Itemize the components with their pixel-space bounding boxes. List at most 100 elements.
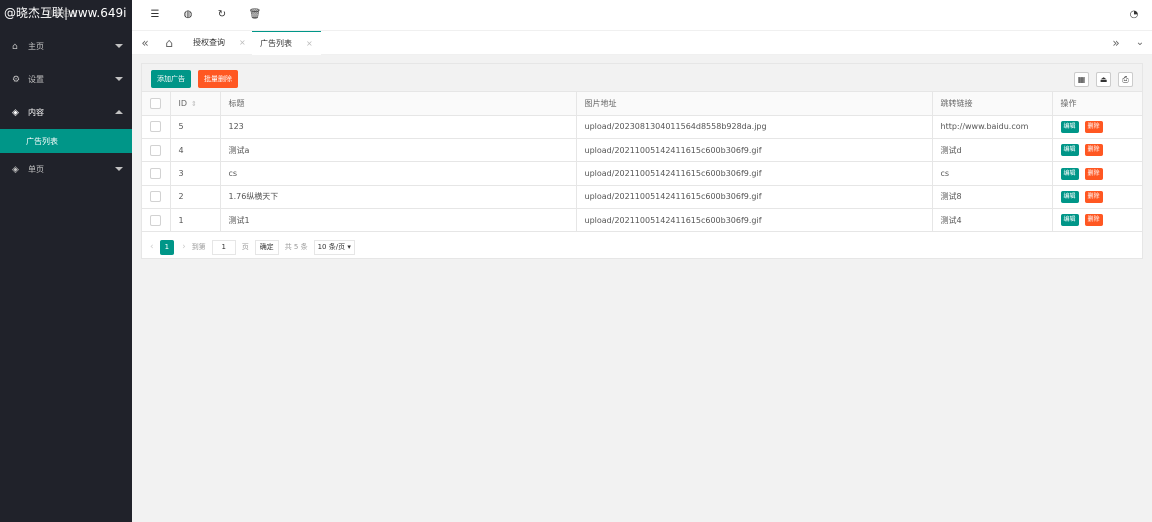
- cell-id: 3: [170, 161, 221, 186]
- sidebar: 测试后台 @晓杰互联|www.649i ⌂ 主页 ⚙ 设置 ◈ 内容 广告列表 …: [0, 0, 132, 522]
- export-icon[interactable]: ⏏: [1096, 72, 1111, 87]
- home-icon: ⌂: [12, 41, 18, 52]
- refresh-icon[interactable]: ↻: [215, 8, 229, 22]
- chevron-up-icon: [115, 110, 123, 114]
- chevron-down-icon[interactable]: ⌄: [1129, 31, 1151, 55]
- tab-ad-list[interactable]: 广告列表 ×: [252, 31, 321, 55]
- cell-id: 1: [170, 208, 221, 233]
- add-ad-button[interactable]: 添加广告: [151, 70, 191, 88]
- tab-label: 授权查询: [193, 38, 225, 47]
- watermark: @晓杰互联|www.649i: [4, 6, 127, 20]
- column-header-id[interactable]: ID ⇕: [170, 92, 221, 116]
- table-row: 3 cs upload/20211005142411615c600b306f9.…: [142, 161, 1142, 186]
- cell-link: http://www.baidu.com: [932, 115, 1053, 140]
- current-page[interactable]: 1: [159, 239, 175, 255]
- cell-image: upload/20211005142411615c600b306f9.gif: [576, 185, 933, 209]
- cell-title: 测试a: [220, 138, 577, 163]
- main-content: 添加广告 批量删除 ▦ ⏏ ⎙ ID ⇕ 标题 图片地址 跳转链接 操作 5 1…: [132, 55, 1152, 522]
- batch-delete-button[interactable]: 批量删除: [198, 70, 238, 88]
- chevron-down-icon: ▾: [347, 242, 351, 251]
- delete-button[interactable]: 删除: [1084, 190, 1103, 203]
- cell-link: 测试8: [932, 185, 1053, 209]
- sidebar-item-settings[interactable]: ⚙ 设置: [0, 63, 132, 96]
- ad-table: ID ⇕ 标题 图片地址 跳转链接 操作 5 123 upload/2023081…: [142, 92, 1142, 233]
- row-checkbox[interactable]: [150, 144, 161, 156]
- cell-actions: 编辑 删除: [1052, 115, 1142, 140]
- sidebar-item-label: 内容: [28, 108, 44, 117]
- sidebar-item-content[interactable]: ◈ 内容: [0, 96, 132, 129]
- column-header-title: 标题: [220, 92, 577, 116]
- delete-button[interactable]: 删除: [1084, 144, 1103, 157]
- edit-button[interactable]: 编辑: [1060, 167, 1079, 180]
- column-header-link: 跳转链接: [932, 92, 1053, 116]
- page-size-value: 10 条/页: [317, 242, 346, 251]
- sidebar-item-home[interactable]: ⌂ 主页: [0, 30, 132, 63]
- sort-icon[interactable]: ⇕: [191, 100, 197, 108]
- goto-label: 到第: [191, 243, 206, 251]
- table-header-row: ID ⇕ 标题 图片地址 跳转链接 操作: [142, 92, 1142, 116]
- trash-icon[interactable]: 🗑: [248, 8, 262, 22]
- select-all-cell: [142, 92, 171, 116]
- home-tab-icon[interactable]: ⌂: [158, 31, 180, 55]
- print-icon[interactable]: ⎙: [1118, 72, 1133, 87]
- column-header-actions: 操作: [1052, 92, 1142, 116]
- chevron-down-icon: [115, 167, 123, 171]
- edit-button[interactable]: 编辑: [1060, 120, 1079, 133]
- goto-page-input[interactable]: 1: [211, 239, 236, 255]
- page-size-select[interactable]: 10 条/页 ▾: [313, 239, 355, 255]
- gear-icon: ⚙: [12, 74, 21, 85]
- delete-button[interactable]: 删除: [1084, 120, 1103, 133]
- table-row: 4 测试a upload/20211005142411615c600b306f9…: [142, 138, 1142, 163]
- tab-bar: « ⌂ 授权查询 × 广告列表 × » ⌄: [132, 30, 1152, 55]
- cell-actions: 编辑 删除: [1052, 138, 1142, 163]
- edit-button[interactable]: 编辑: [1060, 144, 1079, 157]
- row-checkbox[interactable]: [150, 168, 161, 180]
- diamond-icon: ◈: [12, 107, 19, 118]
- globe-icon[interactable]: ◍: [181, 8, 195, 22]
- sidebar-item-ad-list[interactable]: 广告列表: [0, 129, 132, 153]
- menu-toggle-icon[interactable]: ☰: [148, 8, 162, 22]
- select-all-checkbox[interactable]: [150, 97, 161, 109]
- total-count: 共 5 条: [284, 243, 308, 251]
- page-label: 页: [241, 243, 249, 251]
- tab-label: 广告列表: [260, 39, 292, 48]
- prev-page-icon[interactable]: ‹: [150, 242, 154, 252]
- pagination: ‹ 1 › 到第 1 页 确定 共 5 条 10 条/页 ▾: [142, 236, 1142, 258]
- cell-image: upload/20211005142411615c600b306f9.gif: [576, 208, 933, 233]
- columns-icon[interactable]: ▦: [1074, 72, 1089, 87]
- edit-button[interactable]: 编辑: [1060, 190, 1079, 203]
- delete-button[interactable]: 删除: [1084, 167, 1103, 180]
- close-icon[interactable]: ×: [306, 39, 313, 48]
- row-checkbox[interactable]: [150, 191, 161, 203]
- cell-id: 2: [170, 185, 221, 209]
- row-checkbox[interactable]: [150, 121, 161, 133]
- cell-actions: 编辑 删除: [1052, 161, 1142, 186]
- delete-button[interactable]: 删除: [1084, 214, 1103, 227]
- table-toolbar: 添加广告 批量删除 ▦ ⏏ ⎙: [142, 64, 1142, 92]
- cell-actions: 编辑 删除: [1052, 208, 1142, 233]
- edit-button[interactable]: 编辑: [1060, 214, 1079, 227]
- sidebar-item-single-page[interactable]: ◈ 单页: [0, 153, 132, 186]
- sidebar-item-label: 主页: [28, 42, 44, 51]
- sidebar-submenu: 广告列表: [0, 129, 132, 153]
- cell-title: cs: [220, 161, 577, 186]
- chevron-down-icon: [115, 44, 123, 48]
- cell-link: cs: [932, 161, 1053, 186]
- tabs-scroll-right-icon[interactable]: »: [1105, 31, 1127, 55]
- table-card: 添加广告 批量删除 ▦ ⏏ ⎙ ID ⇕ 标题 图片地址 跳转链接 操作 5 1…: [141, 63, 1143, 259]
- tab-auth-query[interactable]: 授权查询 ×: [185, 31, 254, 55]
- close-icon[interactable]: ×: [239, 38, 246, 47]
- sidebar-item-label: 设置: [28, 75, 44, 84]
- cell-id: 5: [170, 115, 221, 140]
- sidebar-item-label: 单页: [28, 165, 44, 174]
- cell-link: 测试4: [932, 208, 1053, 233]
- cell-title: 1.76纵横天下: [220, 185, 577, 209]
- row-checkbox[interactable]: [150, 214, 161, 226]
- tabs-scroll-left-icon[interactable]: «: [134, 31, 156, 55]
- next-page-icon[interactable]: ›: [182, 242, 186, 252]
- header: ☰ ◍ ↻ 🗑 ◔: [132, 0, 1152, 30]
- goto-confirm-button[interactable]: 确定: [254, 239, 279, 255]
- cell-actions: 编辑 删除: [1052, 185, 1142, 209]
- cell-image: upload/2023081304011564d8558b928da.jpg: [576, 115, 933, 140]
- theme-icon[interactable]: ◔: [1127, 8, 1141, 22]
